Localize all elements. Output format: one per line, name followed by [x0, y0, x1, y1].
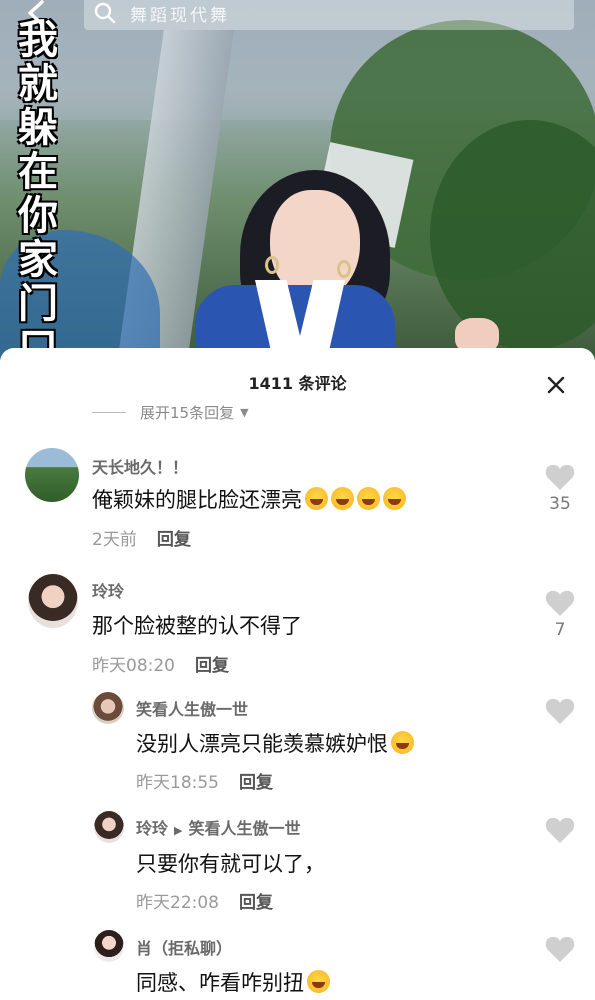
comments-count-title: 1411 条评论: [248, 374, 347, 393]
video-player[interactable]: 我就躲在你家门口 舞蹈现代舞: [0, 0, 595, 360]
comment-meta: 昨天18:55 回复: [136, 768, 273, 793]
reply-button[interactable]: 回复: [239, 773, 273, 793]
reply-username-line: 玲玲 ▶ 笑看人生傲一世: [136, 815, 301, 839]
comment-meta: 昨天08:20 回复: [92, 651, 229, 676]
comment-text: 俺颖妹的腿比脸还漂亮: [92, 484, 406, 514]
video-overlay-text: 我就躲在你家门口: [11, 18, 58, 360]
back-arrow-icon[interactable]: [22, 0, 52, 26]
heart-icon[interactable]: [545, 589, 575, 617]
avatar[interactable]: [94, 811, 124, 843]
reply-text: 同感、咋看咋别扭: [136, 967, 330, 997]
comment-time: 昨天18:55: [136, 773, 219, 793]
search-icon: [94, 2, 116, 24]
reply-button[interactable]: 回复: [195, 656, 229, 676]
reply-to-username[interactable]: 笑看人生傲一世: [188, 819, 300, 838]
comment-time: 昨天22:08: [136, 893, 219, 913]
comment-time: 昨天08:20: [92, 656, 175, 676]
reply-text-body: 同感、咋看咋别扭: [136, 971, 304, 995]
comments-panel: 1411 条评论 展开15条回复 ▼ 天长地久！！ 俺颖妹的腿比脸还漂亮 2天前…: [0, 348, 595, 1000]
reply-username[interactable]: 肖（拒私聊）: [136, 935, 232, 959]
comment-username[interactable]: 玲玲: [92, 578, 124, 602]
reply-to-arrow-icon: ▶: [174, 824, 183, 837]
reply-button[interactable]: 回复: [239, 893, 273, 913]
rofl-emoji-icon: [331, 487, 354, 510]
rofl-emoji-icon: [305, 487, 328, 510]
expand-divider: [92, 411, 126, 413]
like-count: 35: [549, 494, 571, 514]
heart-icon[interactable]: [545, 816, 575, 844]
comment-text-body: 俺颖妹的腿比脸还漂亮: [92, 488, 302, 512]
avatar[interactable]: [94, 930, 124, 962]
avatar[interactable]: [25, 448, 79, 502]
grin-emoji-icon: [357, 487, 380, 510]
heart-icon[interactable]: [545, 463, 575, 491]
reply-text: 没别人漂亮只能羡慕嫉妒恨: [136, 728, 414, 758]
comment-meta: 昨天22:08 回复: [136, 888, 273, 913]
earring: [337, 260, 351, 278]
comment-time: 2天前: [92, 530, 137, 550]
comment-username[interactable]: 天长地久！！: [92, 454, 188, 478]
grin-emoji-icon: [383, 487, 406, 510]
expand-chevron-icon: ▼: [240, 405, 249, 419]
search-bar[interactable]: 舞蹈现代舞: [84, 0, 574, 30]
reply-button[interactable]: 回复: [157, 530, 191, 550]
like-count: 7: [554, 620, 566, 640]
expand-replies-label: 展开15条回复: [140, 403, 235, 422]
comment-meta: 2天前 回复: [92, 525, 191, 550]
expand-replies-link[interactable]: 展开15条回复 ▼: [92, 402, 249, 422]
avatar[interactable]: [28, 574, 78, 628]
reply-text-body: 没别人漂亮只能羡慕嫉妒恨: [136, 732, 388, 756]
earring: [265, 256, 279, 274]
rofl-emoji-icon: [391, 731, 414, 754]
search-placeholder: 舞蹈现代舞: [130, 5, 230, 26]
heart-icon[interactable]: [545, 935, 575, 963]
reply-username[interactable]: 玲玲: [136, 819, 168, 838]
reply-text: 只要你有就可以了，: [136, 852, 325, 876]
close-icon[interactable]: [546, 375, 566, 395]
reply-username[interactable]: 笑看人生傲一世: [136, 696, 248, 720]
comment-text: 那个脸被整的认不得了: [92, 614, 302, 638]
heart-icon[interactable]: [545, 697, 575, 725]
avatar[interactable]: [92, 692, 124, 724]
confused-emoji-icon: [307, 970, 330, 993]
